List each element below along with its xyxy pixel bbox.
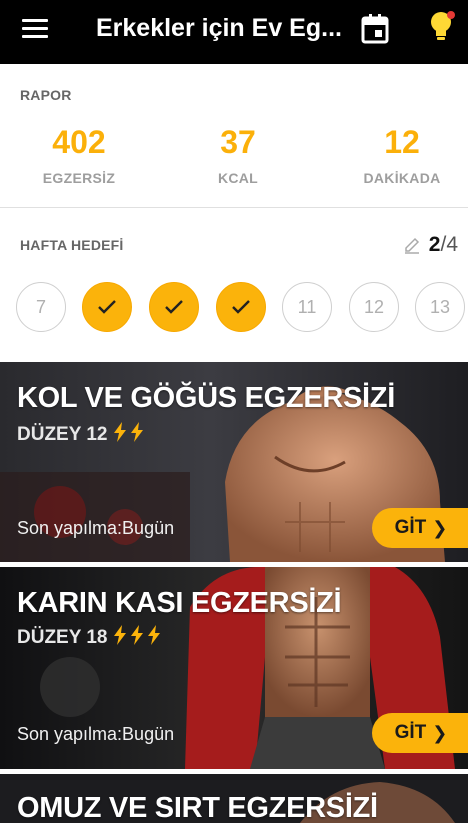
- workout-title: KARIN KASI EGZERSİZİ: [17, 587, 342, 619]
- calendar-icon[interactable]: [361, 14, 389, 44]
- pencil-icon[interactable]: [403, 236, 421, 254]
- app-bar: Erkekler için Ev Eg...: [0, 0, 468, 64]
- last-done: Son yapılma:Bugün: [17, 518, 175, 538]
- stat-label: DAKİKADA: [363, 170, 441, 186]
- app-title: Erkekler için Ev Eg...: [96, 14, 342, 42]
- workout-card-shoulder-back[interactable]: OMUZ VE SIRT EGZERSİZİ: [0, 774, 468, 823]
- workout-title: OMUZ VE SIRT EGZERSİZİ: [17, 792, 378, 823]
- goal-done: 2: [428, 233, 441, 256]
- stat-label: EGZERSİZ: [42, 170, 116, 186]
- day-12[interactable]: 12: [349, 282, 399, 332]
- last-done: Son yapılma:Bugün: [17, 724, 175, 744]
- lightbulb-icon[interactable]: [427, 10, 457, 44]
- check-icon: [232, 300, 250, 314]
- go-button[interactable]: GİT ❯: [372, 713, 468, 753]
- go-button[interactable]: GİT ❯: [372, 508, 468, 548]
- level-label: DÜZEY 12: [17, 424, 108, 445]
- bolt-icon: [113, 625, 127, 651]
- bolt-icon: [147, 625, 161, 651]
- workout-title: KOL VE GÖĞÜS EGZERSİZİ: [17, 382, 395, 414]
- stat-value: 12: [384, 124, 420, 160]
- day-10-done[interactable]: [216, 282, 266, 332]
- stat-exercises: 402 EGZERSİZ: [4, 122, 154, 186]
- day-number: 13: [429, 296, 451, 317]
- day-9-done[interactable]: [149, 282, 199, 332]
- check-icon: [165, 300, 183, 314]
- bolt-icon: [130, 422, 144, 448]
- workout-card-arms-chest[interactable]: KOL VE GÖĞÜS EGZERSİZİ DÜZEY 12 Son yapı…: [0, 362, 468, 562]
- divider: [0, 207, 468, 208]
- stat-value: 402: [52, 124, 106, 160]
- day-number: 11: [297, 296, 317, 317]
- chevron-right-icon: ❯: [432, 517, 448, 538]
- level-label: DÜZEY 18: [17, 627, 108, 648]
- day-11[interactable]: 11: [282, 282, 332, 332]
- week-goal-section: HAFTA HEDEFİ 2/4 7 11 12 13: [0, 209, 468, 361]
- stat-label: KCAL: [217, 170, 259, 186]
- day-number: 12: [363, 296, 385, 317]
- day-number: 7: [35, 296, 46, 317]
- workout-level: DÜZEY 12: [17, 422, 144, 448]
- report-section: RAPOR 402 EGZERSİZ 37 KCAL 12 DAKİKADA: [0, 64, 468, 208]
- check-icon: [98, 300, 116, 314]
- report-label: RAPOR: [20, 87, 72, 103]
- day-7[interactable]: 7: [16, 282, 66, 332]
- go-label: GİT: [394, 722, 427, 743]
- bolt-icon: [113, 422, 127, 448]
- goal-total: /4: [440, 233, 458, 256]
- stat-minutes: 12 DAKİKADA: [327, 122, 468, 186]
- workout-card-abs[interactable]: KARIN KASI EGZERSİZİ DÜZEY 18 Son yapılm…: [0, 567, 468, 769]
- menu-icon[interactable]: [22, 17, 50, 39]
- chevron-right-icon: ❯: [432, 722, 448, 743]
- workout-level: DÜZEY 18: [17, 625, 161, 651]
- week-goal-label: HAFTA HEDEFİ: [20, 237, 124, 253]
- day-8-done[interactable]: [82, 282, 132, 332]
- go-label: GİT: [394, 517, 427, 538]
- day-13[interactable]: 13: [415, 282, 465, 332]
- stat-value: 37: [220, 124, 256, 160]
- week-goal-progress[interactable]: 2/4: [429, 233, 458, 257]
- stat-kcal: 37 KCAL: [163, 122, 313, 186]
- bolt-icon: [130, 625, 144, 651]
